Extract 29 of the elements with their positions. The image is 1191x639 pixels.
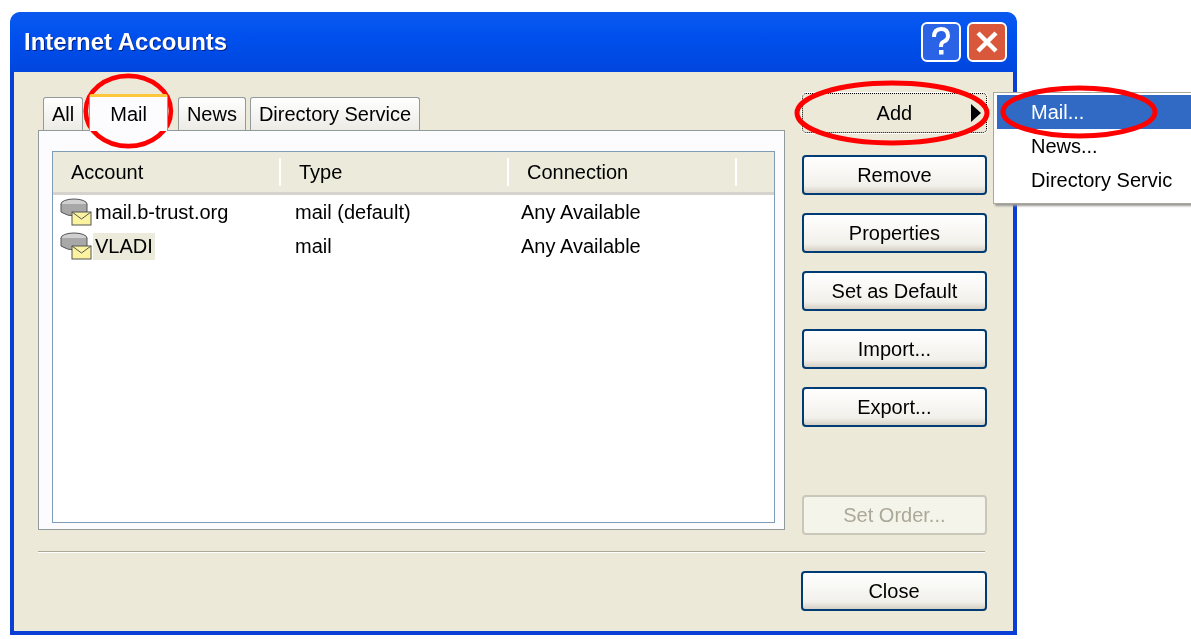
close-icon[interactable] <box>967 22 1007 62</box>
submenu-arrow-icon <box>971 104 981 122</box>
account-name[interactable]: VLADI <box>93 232 155 260</box>
menu-item[interactable]: Directory Servic <box>997 163 1191 197</box>
window-title: Internet Accounts <box>24 28 229 56</box>
help-icon[interactable] <box>921 22 961 62</box>
action-button[interactable]: Remove <box>801 155 987 195</box>
mail-server-icon <box>59 231 93 261</box>
close-button[interactable]: Close <box>801 571 987 611</box>
account-connection: Any Available <box>520 200 641 224</box>
action-button[interactable]: Properties <box>801 213 987 253</box>
action-button[interactable]: Set as Default <box>801 271 987 311</box>
column-header[interactable]: Type <box>281 158 509 186</box>
action-button[interactable]: Export... <box>801 387 987 427</box>
account-type: mail (default) <box>294 200 412 224</box>
account-type: mail <box>294 234 333 258</box>
account-name[interactable]: mail.b-trust.org <box>93 198 231 226</box>
action-button[interactable]: Import... <box>801 329 987 369</box>
menu-item[interactable]: Mail... <box>997 95 1191 129</box>
tab[interactable]: All <box>43 97 84 130</box>
column-header[interactable]: Connection <box>509 158 737 186</box>
tab[interactable]: Directory Service <box>249 97 421 130</box>
action-button[interactable]: Add <box>801 93 987 133</box>
menu-item[interactable]: News... <box>997 129 1191 163</box>
column-header[interactable]: Account <box>53 158 281 186</box>
tab[interactable]: Mail <box>89 94 168 131</box>
mail-server-icon <box>59 197 93 227</box>
tab[interactable]: News <box>177 97 246 130</box>
account-connection: Any Available <box>520 234 641 258</box>
